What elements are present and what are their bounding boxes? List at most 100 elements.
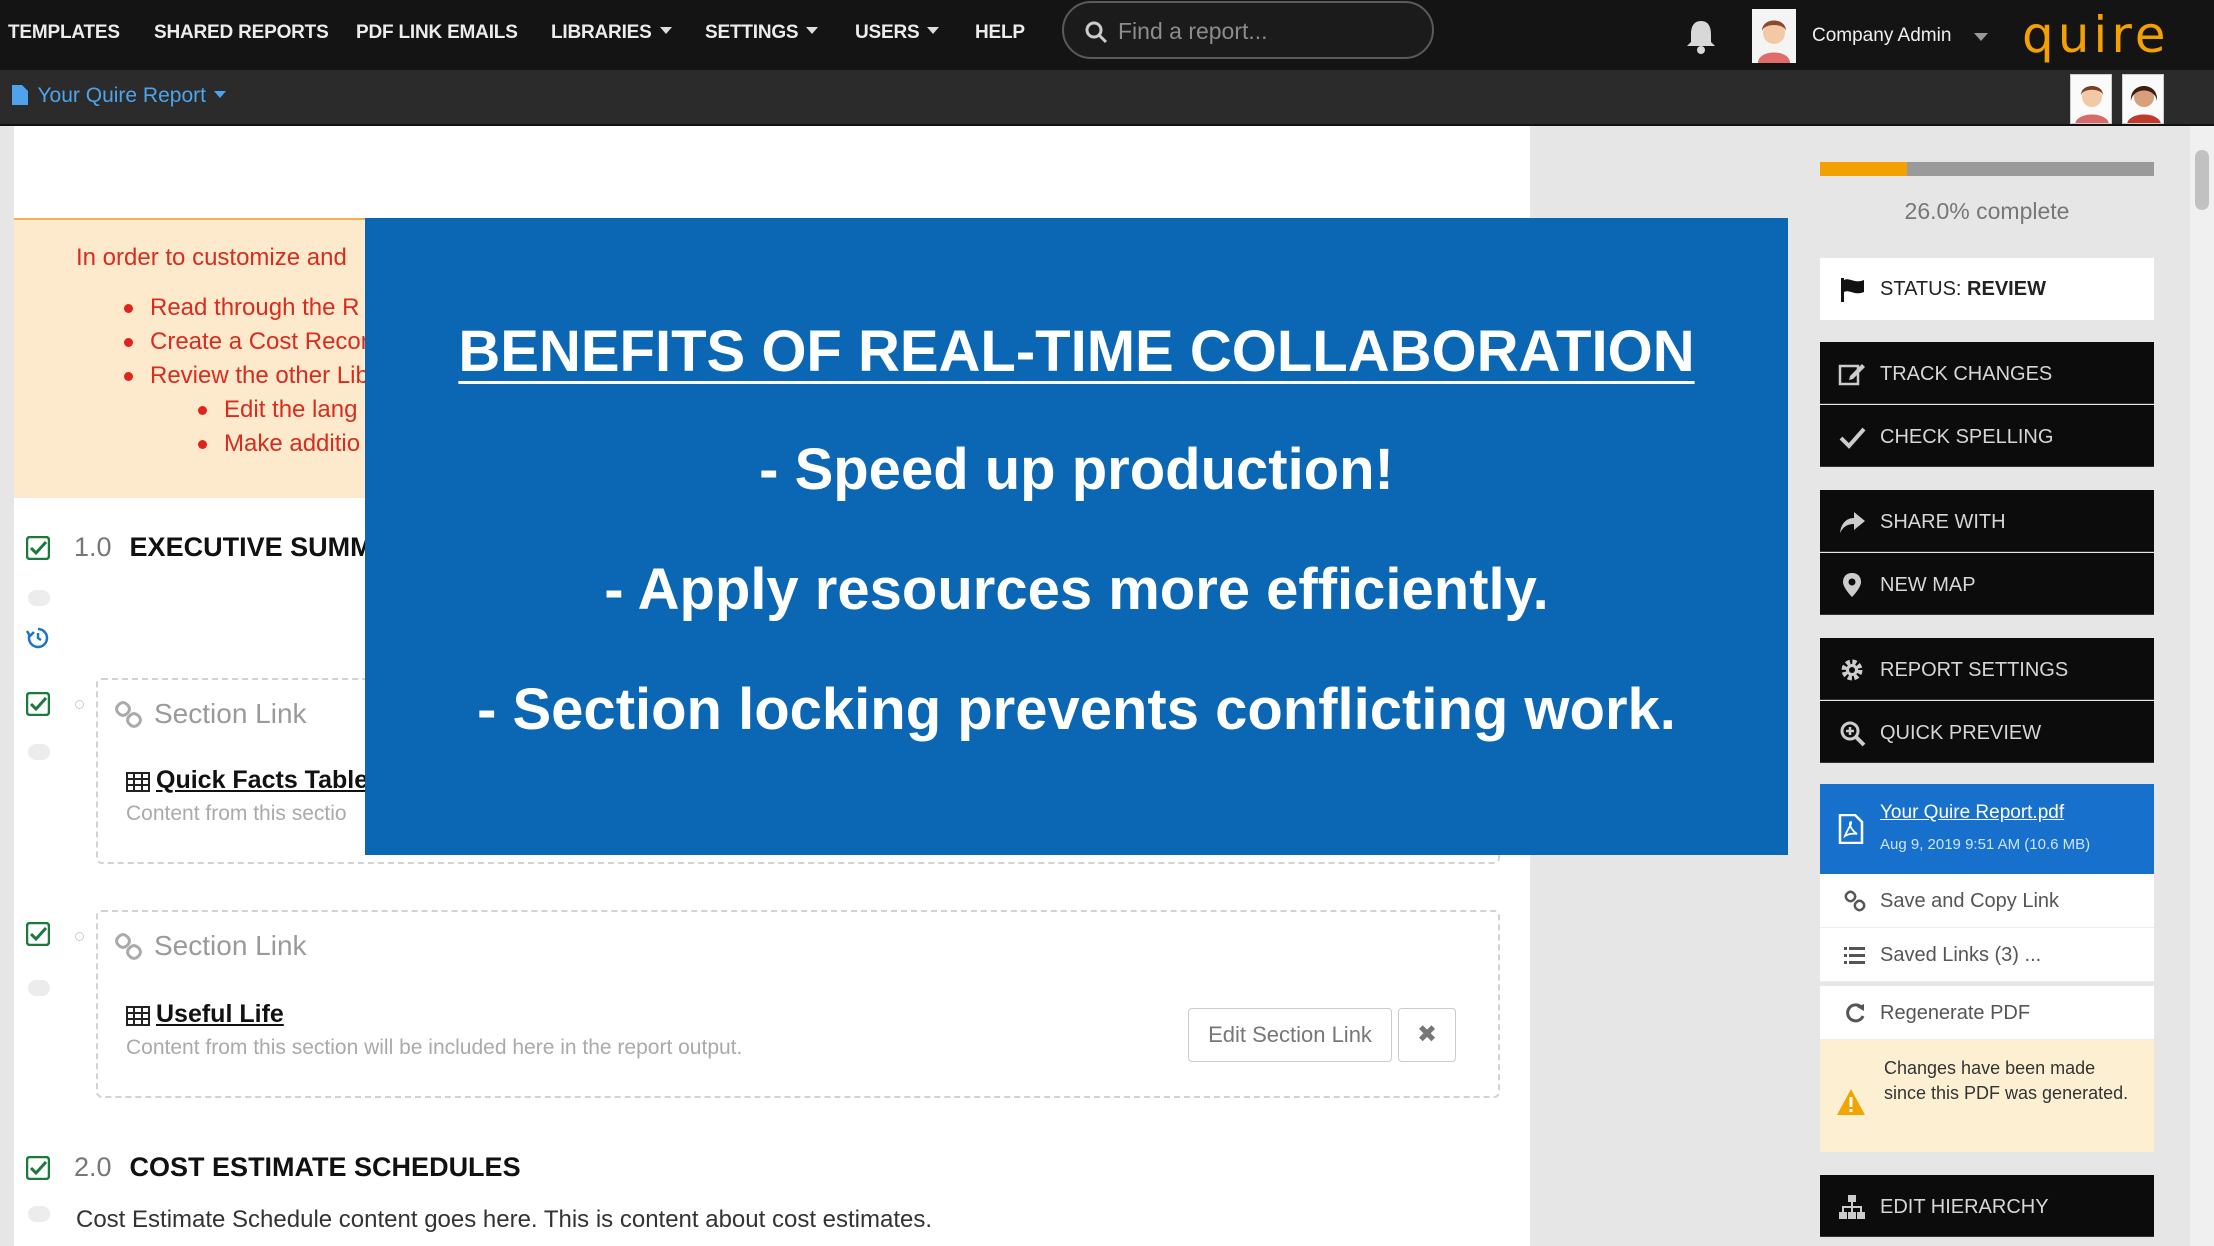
warning-icon bbox=[1837, 1089, 1865, 1115]
nav-libraries[interactable]: LIBRARIES bbox=[551, 0, 672, 70]
collaborator-avatar[interactable] bbox=[2070, 74, 2112, 124]
remove-section-link-button[interactable]: ✖ bbox=[1398, 1008, 1456, 1062]
checkbox-checked-icon[interactable] bbox=[26, 536, 50, 560]
notice-item: Create a Cost Recon bbox=[123, 326, 374, 360]
share-icon bbox=[1840, 512, 1865, 533]
pdf-card[interactable]: Your Quire Report.pdf Aug 9, 2019 9:51 A… bbox=[1820, 784, 2154, 874]
new-map-button[interactable]: NEW MAP bbox=[1820, 553, 2154, 615]
scrollbar[interactable] bbox=[2190, 126, 2214, 1246]
search-icon bbox=[1085, 21, 1108, 44]
user-name[interactable]: Company Admin bbox=[1812, 0, 1951, 70]
search-box[interactable] bbox=[1062, 1, 1434, 59]
saved-links-button[interactable]: Saved Links (3) ... bbox=[1820, 928, 2154, 982]
overlay-line: - Apply resources more efficiently. bbox=[604, 557, 1549, 622]
check-spelling-label: CHECK SPELLING bbox=[1880, 426, 2054, 448]
nav-help[interactable]: HELP bbox=[975, 0, 1025, 70]
section-link-name[interactable]: Quick Facts Table bbox=[156, 766, 368, 795]
status-label: STATUS: REVIEW bbox=[1880, 278, 2046, 301]
nav-libraries-label: LIBRARIES bbox=[551, 22, 652, 43]
section-link-desc: Content from this section will be includ… bbox=[126, 1036, 743, 1059]
document-icon bbox=[12, 85, 28, 105]
report-menu[interactable]: Your Quire Report bbox=[12, 84, 226, 108]
pdf-meta: Aug 9, 2019 9:51 AM (10.6 MB) bbox=[1880, 836, 2091, 853]
overlay-title: BENEFITS OF REAL-TIME COLLABORATION bbox=[365, 318, 1788, 385]
comment-icon[interactable] bbox=[28, 1206, 50, 1222]
nav-shared-reports[interactable]: SHARED REPORTS bbox=[154, 0, 329, 70]
overlay-line: - Speed up production! bbox=[759, 437, 1394, 502]
flag-icon bbox=[1841, 278, 1864, 302]
progress-bar bbox=[1820, 162, 2154, 176]
scrollbar-thumb[interactable] bbox=[2195, 150, 2209, 210]
section-link-label: Section Link bbox=[154, 930, 307, 961]
radio-dot-icon bbox=[75, 700, 84, 709]
notice-intro: In order to customize and bbox=[76, 244, 347, 271]
refresh-icon bbox=[1846, 1003, 1865, 1023]
chevron-down-icon[interactable] bbox=[1974, 33, 1988, 41]
quick-preview-label: QUICK PREVIEW bbox=[1880, 722, 2042, 744]
link-icon bbox=[115, 933, 142, 960]
nav-pdf-link-emails[interactable]: PDF LINK EMAILS bbox=[356, 0, 518, 70]
nav-settings-label: SETTINGS bbox=[705, 22, 799, 43]
check-spelling-button[interactable]: CHECK SPELLING bbox=[1820, 405, 2154, 467]
section-number: 2.0 bbox=[74, 1152, 112, 1182]
progress-label: 26.0% complete bbox=[1904, 198, 2070, 224]
section-link-desc: Content from this sectio bbox=[126, 802, 347, 825]
search-input[interactable] bbox=[1118, 15, 1418, 47]
checkbox-checked-icon[interactable] bbox=[26, 922, 50, 946]
nav-users-label: USERS bbox=[855, 22, 920, 43]
section-link-name[interactable]: Useful Life bbox=[156, 1000, 284, 1029]
link-icon bbox=[1844, 890, 1866, 912]
section-link-box: Section Link Useful Life Content from th… bbox=[96, 910, 1500, 1098]
map-pin-icon bbox=[1843, 573, 1861, 597]
overlay-title-text: BENEFITS OF REAL-TIME COLLABORATION bbox=[458, 319, 1695, 384]
nav-settings[interactable]: SETTINGS bbox=[705, 0, 819, 70]
quick-preview-button[interactable]: QUICK PREVIEW bbox=[1820, 701, 2154, 763]
list-icon bbox=[1844, 947, 1865, 964]
track-changes-button[interactable]: TRACK CHANGES bbox=[1820, 342, 2154, 404]
nav-templates[interactable]: TEMPLATES bbox=[8, 0, 120, 70]
collaboration-benefits-overlay: BENEFITS OF REAL-TIME COLLABORATION - Sp… bbox=[365, 218, 1788, 855]
status-value: REVIEW bbox=[1967, 278, 2046, 300]
history-icon[interactable] bbox=[26, 626, 50, 650]
bell-icon[interactable] bbox=[1684, 18, 1718, 54]
radio-dot-icon bbox=[75, 932, 84, 941]
status-badge[interactable]: STATUS: REVIEW bbox=[1820, 258, 2154, 320]
edit-hierarchy-button[interactable]: EDIT HIERARCHY bbox=[1820, 1175, 2154, 1237]
chevron-down-icon bbox=[659, 27, 672, 35]
zoom-icon bbox=[1840, 721, 1866, 747]
status-prefix: STATUS: bbox=[1880, 278, 1962, 300]
comment-icon[interactable] bbox=[28, 980, 50, 996]
save-copy-link-label: Save and Copy Link bbox=[1880, 890, 2060, 912]
checkbox-checked-icon[interactable] bbox=[26, 1156, 50, 1180]
report-settings-button[interactable]: REPORT SETTINGS bbox=[1820, 638, 2154, 700]
quire-logo: quire bbox=[2022, 6, 2170, 64]
regenerate-pdf-button[interactable]: Regenerate PDF bbox=[1820, 986, 2154, 1040]
comment-icon[interactable] bbox=[28, 590, 50, 606]
chevron-down-icon bbox=[927, 27, 940, 35]
report-settings-label: REPORT SETTINGS bbox=[1880, 659, 2069, 681]
nav-users[interactable]: USERS bbox=[855, 0, 940, 70]
section-title: COST ESTIMATE SCHEDULES bbox=[129, 1152, 521, 1182]
section-body[interactable]: Cost Estimate Schedule content goes here… bbox=[76, 1206, 932, 1234]
sitemap-icon bbox=[1839, 1195, 1865, 1219]
comment-icon[interactable] bbox=[28, 744, 50, 760]
collaborator-avatar[interactable] bbox=[2122, 74, 2164, 124]
checkbox-checked-icon[interactable] bbox=[26, 692, 50, 716]
notice-item: Review the other Lib bbox=[123, 360, 374, 394]
section-heading-2[interactable]: 2.0 COST ESTIMATE SCHEDULES bbox=[74, 1152, 521, 1183]
share-with-label: SHARE WITH bbox=[1880, 511, 2006, 533]
gear-icon bbox=[1841, 659, 1863, 681]
table-icon bbox=[126, 1006, 150, 1026]
new-map-label: NEW MAP bbox=[1880, 574, 1976, 596]
share-with-button[interactable]: SHARE WITH bbox=[1820, 490, 2154, 552]
warning-text: Changes have been made since this PDF wa… bbox=[1884, 1058, 2129, 1103]
notice-subitem: Make additio bbox=[197, 428, 374, 462]
section-number: 1.0 bbox=[74, 532, 112, 562]
edit-section-link-button[interactable]: Edit Section Link bbox=[1188, 1008, 1392, 1062]
section-heading-1[interactable]: 1.0 EXECUTIVE SUMM bbox=[74, 532, 373, 563]
pdf-name-link[interactable]: Your Quire Report.pdf bbox=[1880, 802, 2064, 824]
report-toolbar: Your Quire Report bbox=[0, 70, 2214, 126]
edit-hierarchy-label: EDIT HIERARCHY bbox=[1880, 1196, 2049, 1218]
save-copy-link-button[interactable]: Save and Copy Link bbox=[1820, 874, 2154, 928]
user-avatar[interactable] bbox=[1752, 9, 1796, 63]
